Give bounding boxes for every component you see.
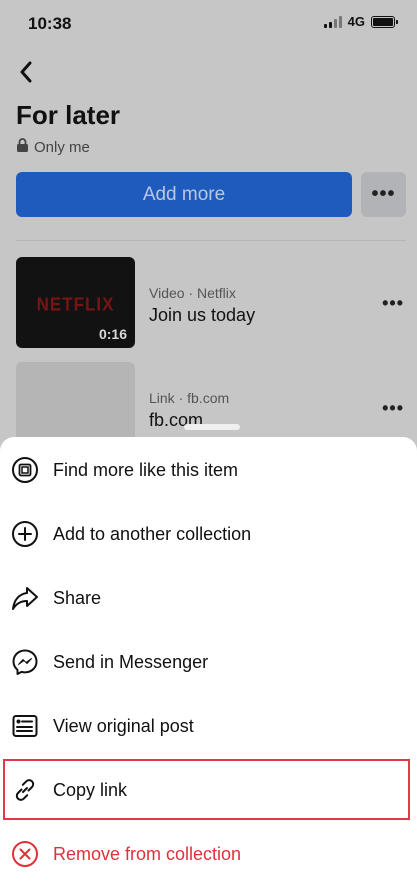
menu-label: Find more like this item <box>53 459 239 480</box>
item-meta: Link · fb.com <box>149 390 230 406</box>
signal-icon <box>323 15 342 28</box>
messenger-icon <box>10 647 40 677</box>
highlight-box <box>3 759 410 820</box>
menu-item-messenger[interactable]: Send in Messenger <box>0 630 417 694</box>
lock-icon <box>16 138 29 157</box>
item-meta: Video · Netflix <box>149 285 236 301</box>
menu-label: Share <box>53 587 102 608</box>
menu-item-share[interactable]: Share <box>0 566 417 630</box>
add-more-button[interactable]: Add more <box>16 172 352 217</box>
item-more-button[interactable]: ••• <box>382 293 404 314</box>
status-time: 10:38 <box>28 14 72 33</box>
status-bar: 10:38 4G <box>0 0 417 48</box>
netflix-logo: NETFLIX <box>36 294 115 315</box>
add-circle-icon <box>10 519 40 549</box>
back-icon[interactable] <box>14 58 38 86</box>
item-title: Join us today <box>149 305 256 325</box>
menu-label: Remove from collection <box>53 843 242 864</box>
menu-item-add-collection[interactable]: Add to another collection <box>0 502 417 566</box>
privacy-label: Only me <box>16 138 90 157</box>
menu-label: Send in Messenger <box>53 651 209 672</box>
menu-label: Add to another collection <box>53 523 252 544</box>
post-icon <box>10 711 40 741</box>
privacy-text: Only me <box>34 139 90 156</box>
network-type: 4G <box>347 14 365 29</box>
find-more-icon <box>10 455 40 485</box>
saved-item[interactable]: NETFLIX 0:16 Video · Netflix Join us tod… <box>16 257 408 349</box>
page-title: For later <box>16 100 121 130</box>
remove-icon <box>10 839 40 869</box>
battery-icon <box>371 15 398 28</box>
menu-label: View original post <box>53 715 194 736</box>
menu-item-find-more[interactable]: Find more like this item <box>0 438 417 502</box>
video-thumbnail[interactable]: NETFLIX 0:16 <box>16 257 135 348</box>
menu-item-view-post[interactable]: View original post <box>0 694 417 758</box>
item-more-button[interactable]: ••• <box>382 398 404 419</box>
status-indicators: 4G <box>323 14 398 29</box>
video-duration: 0:16 <box>98 326 127 342</box>
share-icon <box>10 583 40 613</box>
collection-more-button[interactable]: ••• <box>361 172 406 217</box>
divider <box>16 240 406 241</box>
menu-item-remove[interactable]: Remove from collection <box>0 822 417 882</box>
sheet-drag-handle[interactable] <box>184 424 240 430</box>
